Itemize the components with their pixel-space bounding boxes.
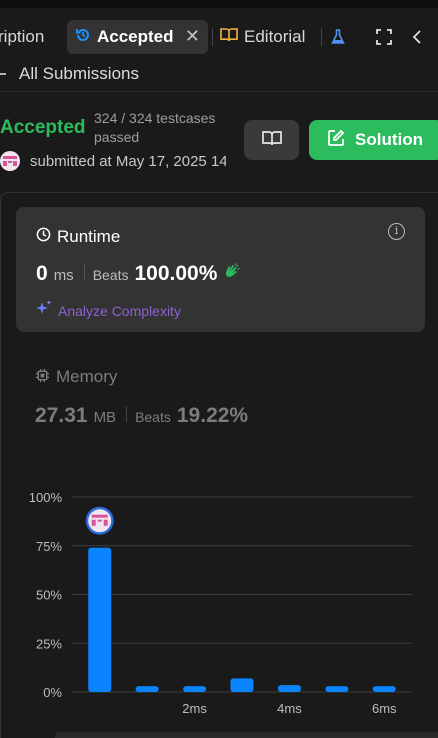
tab-description[interactable]: ription	[0, 20, 44, 54]
bottom-bar	[55, 732, 438, 738]
runtime-distribution-chart[interactable]: 0% 25% 50% 75% 100% 2ms 4ms 6ms	[0, 480, 438, 730]
tab-editorial-label: Editorial	[244, 27, 306, 46]
chart-bar[interactable]	[277, 685, 301, 692]
x-tick-label: 2ms	[182, 701, 207, 716]
memory-beats-label: Beats	[135, 409, 171, 425]
flask-icon[interactable]	[331, 20, 345, 54]
testcases-passed: 324 / 324 testcases passed	[94, 110, 216, 145]
chart-bar[interactable]	[183, 686, 207, 692]
edit-icon	[327, 129, 345, 152]
memory-stats: 27.31 MB Beats 19.22%	[35, 404, 248, 428]
divider	[126, 406, 128, 422]
arrow-left-icon	[0, 64, 7, 84]
y-tick-label: 25%	[36, 636, 62, 651]
tab-divider	[321, 28, 322, 46]
avatar-pattern	[91, 514, 108, 518]
tab-description-label: ription	[0, 27, 45, 46]
chevron-left-icon[interactable]	[412, 20, 422, 54]
memory-unit: MB	[93, 409, 117, 426]
submission-status: Accepted	[0, 117, 86, 138]
tab-accepted[interactable]: Accepted ✕	[67, 20, 208, 54]
analyze-complexity-link[interactable]: Analyze Complexity	[36, 300, 181, 321]
runtime-unit: ms	[53, 267, 74, 284]
runtime-title-label: Runtime	[57, 227, 121, 246]
memory-title-label: Memory	[56, 367, 118, 386]
close-icon[interactable]: ✕	[185, 26, 200, 47]
memory-beats-percent: 19.22%	[176, 404, 249, 427]
y-tick-label: 100%	[29, 490, 63, 505]
tab-accepted-label: Accepted	[97, 27, 174, 46]
book-open-icon	[261, 130, 282, 151]
divider	[83, 264, 85, 280]
runtime-stats: 0 ms Beats 100.00%	[36, 262, 241, 286]
chart-bar[interactable]	[372, 686, 396, 692]
editorial-button[interactable]	[244, 120, 299, 160]
runtime-title: Runtime	[36, 227, 120, 247]
x-tick-label: 4ms	[277, 701, 302, 716]
sparkle-icon	[36, 300, 52, 321]
tab-editorial[interactable]: Editorial	[220, 20, 305, 54]
tab-bar: ription Accepted ✕ Editorial	[0, 0, 438, 56]
runtime-value: 0	[36, 262, 48, 285]
memory-title[interactable]: Memory	[35, 367, 117, 387]
history-icon	[75, 27, 91, 48]
submitted-at: submitted at May 17, 2025 14	[30, 153, 226, 170]
avatar-pattern	[97, 519, 102, 522]
runtime-beats-percent: 100.00%	[134, 262, 218, 285]
y-tick-label: 50%	[36, 588, 62, 603]
tab-divider	[212, 28, 213, 46]
chart-bar[interactable]	[88, 547, 112, 692]
info-icon[interactable]: i	[388, 223, 405, 240]
all-submissions-link[interactable]: All Submissions	[0, 56, 438, 92]
y-tick-label: 75%	[36, 539, 62, 554]
runtime-beats-label: Beats	[92, 267, 129, 283]
chip-icon	[35, 368, 50, 387]
chart-bar[interactable]	[230, 678, 254, 692]
all-submissions-label: All Submissions	[19, 63, 139, 83]
expand-icon[interactable]	[376, 20, 392, 54]
memory-value: 27.31	[35, 404, 88, 427]
solution-label: Solution	[355, 130, 423, 149]
runtime-card[interactable]: Runtime i 0 ms Beats 100.00% Analyze Com…	[16, 207, 425, 332]
avatar-pattern	[91, 519, 96, 526]
avatar[interactable]	[0, 151, 20, 171]
x-tick-label: 6ms	[372, 701, 397, 716]
avatar-pattern	[103, 519, 108, 526]
chart-bar[interactable]	[325, 686, 349, 692]
solution-button[interactable]: Solution	[309, 120, 438, 160]
y-tick-label: 0%	[43, 685, 62, 700]
book-icon	[220, 27, 238, 47]
clap-icon	[223, 262, 241, 285]
analyze-complexity-label: Analyze Complexity	[58, 302, 181, 319]
chart-bar[interactable]	[135, 686, 159, 692]
clock-icon	[36, 227, 51, 247]
